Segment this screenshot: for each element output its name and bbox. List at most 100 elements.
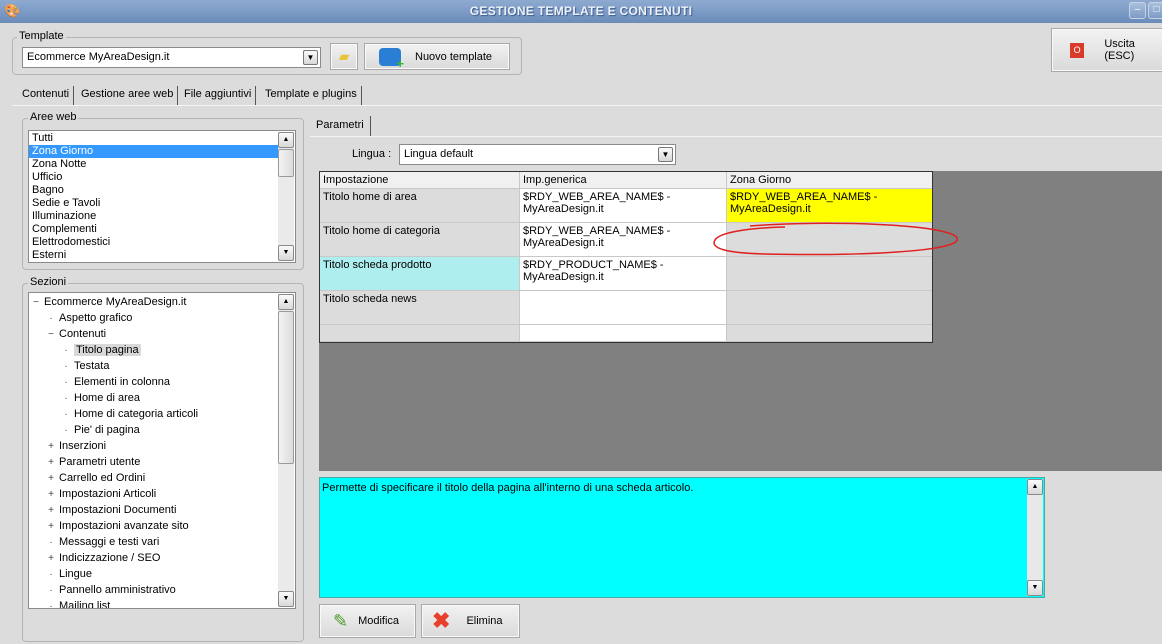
tree-item[interactable]: · Mailing list	[47, 598, 111, 609]
tab-file-aggiuntivi[interactable]: File aggiuntivi	[180, 86, 257, 105]
minimize-button[interactable]: –	[1129, 2, 1146, 19]
aree-web-item[interactable]: Sedie e Tavoli	[29, 197, 278, 210]
tree-item-label: Indicizzazione / SEO	[59, 552, 161, 564]
template-select[interactable]: Ecommerce MyAreaDesign.it ▼	[22, 47, 321, 68]
tree-item[interactable]: + Indicizzazione / SEO	[47, 550, 161, 567]
grid-cell-name[interactable]: Titolo scheda news	[320, 291, 520, 324]
grid-cell-generic[interactable]: $RDY_PRODUCT_NAME$ - MyAreaDesign.it	[520, 257, 727, 290]
column-header[interactable]: Impostazione	[320, 172, 520, 188]
grid-cell-generic[interactable]: $RDY_WEB_AREA_NAME$ - MyAreaDesign.it	[520, 223, 727, 256]
column-header[interactable]: Zona Giorno	[727, 172, 932, 188]
tree-item[interactable]: · Titolo pagina	[62, 342, 141, 358]
grid-cell-zone[interactable]	[727, 325, 932, 341]
tree-line-icon: ·	[49, 601, 53, 609]
aree-web-item[interactable]: Zona Notte	[29, 158, 278, 171]
tab-template-plugins[interactable]: Template e plugins	[261, 86, 362, 105]
aree-web-list[interactable]: Tutti Zona Giorno Zona Notte Ufficio Bagno Se…	[28, 130, 296, 263]
scrollbar[interactable]: ▲ ▼	[1027, 479, 1043, 596]
expand-icon[interactable]: +	[47, 503, 55, 519]
tree-item[interactable]: + Impostazioni Documenti	[47, 502, 176, 518]
chevron-down-icon[interactable]: ▼	[658, 147, 673, 162]
tree-item[interactable]: − Contenuti	[47, 326, 106, 342]
table-row[interactable]: Titolo scheda prodotto $RDY_PRODUCT_NAME$…	[320, 257, 932, 291]
grid-cell-name[interactable]: Titolo home di area	[320, 189, 520, 222]
tree-item[interactable]: · Lingue	[47, 566, 92, 582]
description-box[interactable]: Permette di specificare il titolo della …	[319, 477, 1045, 598]
tree-item-label: Pannello amministrativo	[59, 584, 176, 596]
table-row[interactable]	[320, 325, 932, 342]
exit-button[interactable]: O Uscita (ESC)	[1051, 28, 1162, 72]
scroll-down-icon[interactable]: ▼	[278, 245, 294, 261]
aree-web-item[interactable]: Bagno	[29, 184, 278, 197]
tab-gestione-aree-web[interactable]: Gestione aree web	[77, 86, 179, 105]
grid-cell-zone[interactable]	[727, 291, 932, 324]
tree-item[interactable]: + Carrello ed Ordini	[47, 470, 145, 486]
scroll-up-icon[interactable]: ▲	[278, 294, 294, 310]
aree-web-item[interactable]: Tutti	[29, 132, 278, 145]
tree-item[interactable]: · Pie' di pagina	[62, 422, 139, 438]
expand-icon[interactable]: +	[47, 487, 55, 503]
scrollbar[interactable]: ▲ ▼	[278, 132, 294, 261]
grid-cell-name[interactable]	[320, 325, 520, 341]
maximize-button[interactable]: □	[1148, 2, 1162, 19]
expand-icon[interactable]: +	[47, 519, 55, 535]
tree-item[interactable]: + Parametri utente	[47, 454, 140, 470]
tree-item-label: Mailing list	[59, 600, 111, 609]
tree-item[interactable]: · Pannello amministrativo	[47, 582, 176, 598]
table-row[interactable]: Titolo scheda news	[320, 291, 932, 325]
tree-item-label: Ecommerce MyAreaDesign.it	[44, 296, 187, 308]
tree-item[interactable]: − Ecommerce MyAreaDesign.it	[32, 294, 186, 310]
scroll-down-icon[interactable]: ▼	[278, 591, 294, 607]
tree-item[interactable]: · Testata	[62, 358, 109, 374]
aree-web-item[interactable]: Ufficio	[29, 171, 278, 184]
aree-web-item[interactable]: Zona Giorno	[29, 145, 278, 158]
aree-web-item[interactable]: Esterni	[29, 249, 278, 262]
scroll-down-icon[interactable]: ▼	[1027, 580, 1043, 596]
expand-icon[interactable]: +	[47, 439, 55, 455]
tree-line-icon: ·	[49, 569, 53, 580]
aree-web-item[interactable]: Illuminazione	[29, 210, 278, 223]
open-folder-button[interactable]: ▰	[330, 43, 358, 70]
scroll-up-icon[interactable]: ▲	[278, 132, 294, 148]
grid-cell-name[interactable]: Titolo home di categoria	[320, 223, 520, 256]
collapse-icon[interactable]: −	[32, 295, 40, 311]
expand-icon[interactable]: +	[47, 551, 55, 567]
description-text: Permette di specificare il titolo della …	[322, 482, 694, 494]
column-header[interactable]: Imp.generica	[520, 172, 727, 188]
grid-cell-generic[interactable]: $RDY_WEB_AREA_NAME$ - MyAreaDesign.it	[520, 189, 727, 222]
delete-button[interactable]: ✖ Elimina	[421, 604, 520, 638]
tree-line-icon: ·	[64, 425, 68, 436]
aree-web-item[interactable]: Complementi	[29, 223, 278, 236]
tab-contenuti[interactable]: Contenuti	[18, 86, 75, 105]
grid-cell-name[interactable]: Titolo scheda prodotto	[320, 257, 520, 290]
grid-cell-generic[interactable]	[520, 325, 727, 341]
chevron-down-icon[interactable]: ▼	[303, 50, 318, 65]
grid-cell-generic[interactable]	[520, 291, 727, 324]
tree-item[interactable]: · Elementi in colonna	[62, 374, 170, 390]
expand-icon[interactable]: +	[47, 455, 55, 471]
red-annotation-ellipse	[713, 222, 958, 256]
sezioni-tree[interactable]: − Ecommerce MyAreaDesign.it · Aspetto grafi…	[28, 292, 296, 609]
tree-item[interactable]: · Home di area	[62, 390, 140, 406]
tree-item-label: Home di categoria articoli	[74, 408, 199, 420]
tree-item-label: Parametri utente	[59, 456, 141, 468]
tree-item[interactable]: + Impostazioni Articoli	[47, 486, 156, 502]
scroll-up-icon[interactable]: ▲	[1027, 479, 1043, 495]
scroll-thumb[interactable]	[278, 149, 294, 177]
tree-item[interactable]: + Inserzioni	[47, 438, 106, 454]
tree-line-icon: ·	[49, 313, 53, 324]
tree-item[interactable]: · Messaggi e testi vari	[47, 534, 159, 550]
modify-button[interactable]: ✎ Modifica	[319, 604, 416, 638]
collapse-icon[interactable]: −	[47, 327, 55, 343]
tree-item[interactable]: · Home di categoria articoli	[62, 406, 198, 422]
scroll-thumb[interactable]	[278, 311, 294, 464]
aree-web-item[interactable]: Elettrodomestici	[29, 236, 278, 249]
expand-icon[interactable]: +	[47, 471, 55, 487]
tree-item[interactable]: · Aspetto grafico	[47, 310, 132, 326]
scrollbar[interactable]: ▲ ▼	[278, 294, 294, 607]
tree-item[interactable]: + Impostazioni avanzate sito	[47, 518, 189, 534]
new-template-button[interactable]: + Nuovo template	[364, 43, 510, 70]
tab-parametri[interactable]: Parametri	[310, 116, 371, 136]
tree-item-label: Carrello ed Ordini	[59, 472, 146, 484]
lingua-select[interactable]: Lingua default ▼	[399, 144, 676, 165]
